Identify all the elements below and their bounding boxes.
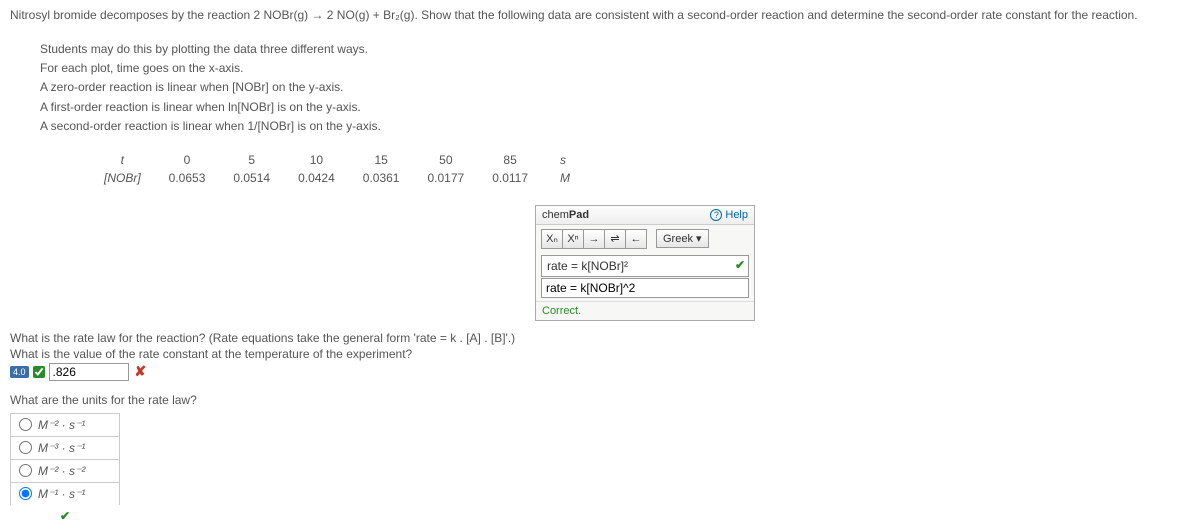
table-unit-conc: M [542, 169, 584, 187]
table-cell: 10 [284, 151, 349, 169]
chempad-title-plain: chem [542, 209, 569, 221]
help-label: Help [725, 209, 748, 221]
points-badge: 4.0 [10, 366, 29, 378]
points-checkbox[interactable] [33, 366, 45, 378]
units-label-3: M⁻² · s⁻² [38, 464, 85, 478]
data-table: t 0 5 10 15 50 85 s [NOBr] 0.0653 0.0514… [90, 151, 1190, 187]
units-radio-3[interactable] [19, 464, 32, 477]
table-cell: 85 [478, 151, 542, 169]
hints-block: Students may do this by plotting the dat… [40, 40, 1190, 136]
units-option-1[interactable]: M⁻² · s⁻¹ [10, 413, 120, 436]
chempad-display-text: rate = k[NOBr]² [547, 259, 628, 273]
table-row-label-conc: [NOBr] [90, 169, 155, 187]
problem-statement: Nitrosyl bromide decomposes by the react… [10, 8, 1190, 22]
table-cell: 5 [219, 151, 284, 169]
table-unit-time: s [542, 151, 584, 169]
table-cell: 50 [413, 151, 478, 169]
arrow-forward-button[interactable]: → [583, 229, 605, 249]
chempad-status: Correct. [536, 301, 754, 320]
table-row-label-time: t [90, 151, 155, 169]
table-cell: 0.0361 [349, 169, 414, 187]
arrow-back-button[interactable]: ← [625, 229, 647, 249]
hint-line: A second-order reaction is linear when 1… [40, 117, 1190, 136]
chevron-down-icon: ▾ [696, 232, 702, 245]
hint-line: For each plot, time goes on the x-axis. [40, 59, 1190, 78]
table-cell: 0.0117 [478, 169, 542, 187]
chempad-header: chemPad ? Help [536, 206, 754, 225]
chempad-title-bold: Pad [569, 209, 589, 221]
chempad-toolbar: Xₙ Xⁿ → ⇌ ← Greek ▾ [536, 225, 754, 253]
chempad-widget: chemPad ? Help Xₙ Xⁿ → ⇌ ← Greek ▾ rate … [535, 205, 755, 321]
help-link[interactable]: ? Help [710, 209, 748, 221]
check-icon: ✔ [735, 258, 745, 272]
chempad-input[interactable] [541, 278, 749, 298]
units-option-2[interactable]: M⁻³ · s⁻¹ [10, 436, 120, 459]
units-label-1: M⁻² · s⁻¹ [38, 418, 85, 432]
x-mark-icon: ✘ [135, 363, 147, 380]
hint-line: A zero-order reaction is linear when [NO… [40, 78, 1190, 97]
check-icon: ✔ [60, 509, 70, 523]
rate-constant-answer-row: 4.0 ✘ [10, 363, 1190, 381]
chempad-title: chemPad [542, 209, 589, 221]
arrow-equilibrium-button[interactable]: ⇌ [604, 229, 626, 249]
table-cell: 0.0653 [155, 169, 220, 187]
table-cell: 0.0424 [284, 169, 349, 187]
greek-label: Greek [663, 233, 693, 245]
hint-line: Students may do this by plotting the dat… [40, 40, 1190, 59]
subscript-button[interactable]: Xₙ [541, 229, 563, 249]
units-label-2: M⁻³ · s⁻¹ [38, 441, 85, 455]
table-cell: 0.0514 [219, 169, 284, 187]
help-icon: ? [710, 209, 722, 221]
hint-line: A first-order reaction is linear when ln… [40, 98, 1190, 117]
table-cell: 0.0177 [413, 169, 478, 187]
units-option-3[interactable]: M⁻² · s⁻² [10, 459, 120, 482]
units-option-4[interactable]: M⁻¹ · s⁻¹ [10, 482, 120, 505]
greek-button[interactable]: Greek ▾ [656, 229, 709, 248]
table-cell: 15 [349, 151, 414, 169]
question-units: What are the units for the rate law? [10, 393, 1190, 407]
superscript-button[interactable]: Xⁿ [562, 229, 584, 249]
units-radio-2[interactable] [19, 441, 32, 454]
question-rate-law: What is the rate law for the reaction? (… [10, 331, 1190, 345]
units-radio-4[interactable] [19, 487, 32, 500]
rate-constant-input[interactable] [49, 363, 129, 381]
units-radio-1[interactable] [19, 418, 32, 431]
question-rate-constant: What is the value of the rate constant a… [10, 347, 1190, 361]
chempad-display: rate = k[NOBr]² ✔ [541, 255, 749, 277]
units-correct-indicator: ✔ [10, 505, 120, 523]
units-label-4: M⁻¹ · s⁻¹ [38, 487, 85, 501]
units-radio-group: M⁻² · s⁻¹ M⁻³ · s⁻¹ M⁻² · s⁻² M⁻¹ · s⁻¹ … [10, 413, 1190, 523]
table-cell: 0 [155, 151, 220, 169]
